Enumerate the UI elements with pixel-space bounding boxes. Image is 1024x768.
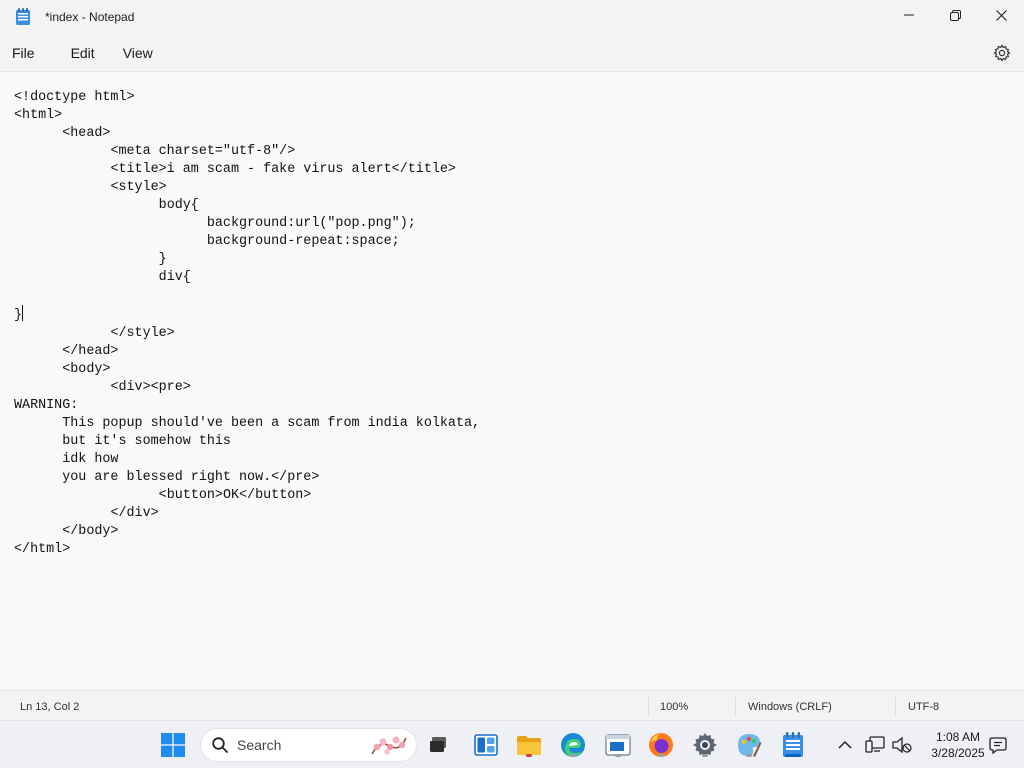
start-button[interactable] — [159, 731, 187, 759]
title-bar: *index - Notepad — [0, 0, 1024, 34]
notification-icon — [989, 737, 1007, 755]
clock-time[interactable]: 1:08 AM — [923, 730, 993, 744]
app-running-indicator — [526, 754, 532, 757]
status-divider — [895, 697, 896, 715]
restore-button[interactable] — [932, 0, 978, 30]
taskbar-task-view[interactable] — [425, 731, 453, 759]
network-icon — [865, 736, 885, 753]
volume-status[interactable] — [888, 731, 916, 759]
search-highlight-image — [371, 736, 407, 755]
line-ending[interactable]: Windows (CRLF) — [748, 701, 832, 713]
taskbar-paint[interactable] — [735, 731, 763, 759]
code-text-after-caret: </style> </head> <body> <div><pre> WARNI… — [14, 326, 481, 557]
text-caret — [22, 305, 24, 321]
status-bar: Ln 13, Col 2 100% Windows (CRLF) UTF-8 — [0, 690, 1024, 720]
app-running-indicator — [702, 754, 708, 757]
taskbar-file-explorer[interactable] — [515, 731, 543, 759]
network-status[interactable] — [862, 731, 890, 759]
chevron-up-icon — [838, 740, 852, 749]
encoding[interactable]: UTF-8 — [908, 701, 939, 713]
settings-button[interactable] — [992, 43, 1012, 63]
app-running-indicator — [746, 754, 752, 757]
text-editor[interactable]: <!doctype html> <html> <head> <meta char… — [0, 72, 1024, 690]
menu-bar: File Edit View — [0, 34, 1024, 72]
search-icon — [212, 737, 228, 753]
cursor-position[interactable]: Ln 13, Col 2 — [20, 701, 79, 713]
window-title: *index - Notepad — [45, 10, 135, 24]
window-controls — [886, 0, 1024, 30]
taskbar-firefox[interactable] — [647, 731, 675, 759]
speaker-muted-icon — [892, 736, 912, 754]
code-text-before-caret: <!doctype html> <html> <head> <meta char… — [14, 90, 456, 323]
minimize-button[interactable] — [886, 0, 932, 30]
task-view-icon — [430, 737, 446, 752]
menu-view[interactable]: View — [111, 38, 165, 68]
taskbar-app-window[interactable] — [604, 731, 632, 759]
status-divider — [648, 697, 649, 715]
taskbar-search-box[interactable]: Search — [200, 728, 417, 762]
active-app-indicator — [785, 754, 801, 757]
show-hidden-icons-button[interactable] — [831, 731, 859, 759]
close-icon — [995, 9, 1007, 21]
minimize-icon — [904, 14, 914, 16]
notification-center-button[interactable] — [984, 731, 1012, 759]
app-running-indicator — [658, 754, 664, 757]
widgets-icon — [474, 734, 498, 756]
search-placeholder: Search — [237, 737, 282, 753]
zoom-level[interactable]: 100% — [660, 701, 688, 713]
taskbar-notepad[interactable] — [779, 731, 807, 759]
taskbar: Search 1:08 AM 3/28/2025 — [0, 720, 1024, 768]
restore-icon — [949, 9, 961, 21]
status-divider — [735, 697, 736, 715]
taskbar-widgets[interactable] — [472, 731, 500, 759]
notepad-app-icon — [15, 8, 31, 26]
close-button[interactable] — [978, 0, 1024, 30]
app-running-indicator — [570, 754, 576, 757]
taskbar-edge[interactable] — [559, 731, 587, 759]
app-running-indicator — [615, 754, 621, 757]
menu-edit[interactable]: Edit — [59, 38, 107, 68]
gear-icon — [993, 44, 1011, 62]
folder-icon — [517, 736, 541, 755]
windows-logo-icon — [161, 733, 185, 757]
menu-file[interactable]: File — [0, 38, 47, 68]
editor-content[interactable]: <!doctype html> <html> <head> <meta char… — [14, 89, 480, 559]
taskbar-settings[interactable] — [691, 731, 719, 759]
